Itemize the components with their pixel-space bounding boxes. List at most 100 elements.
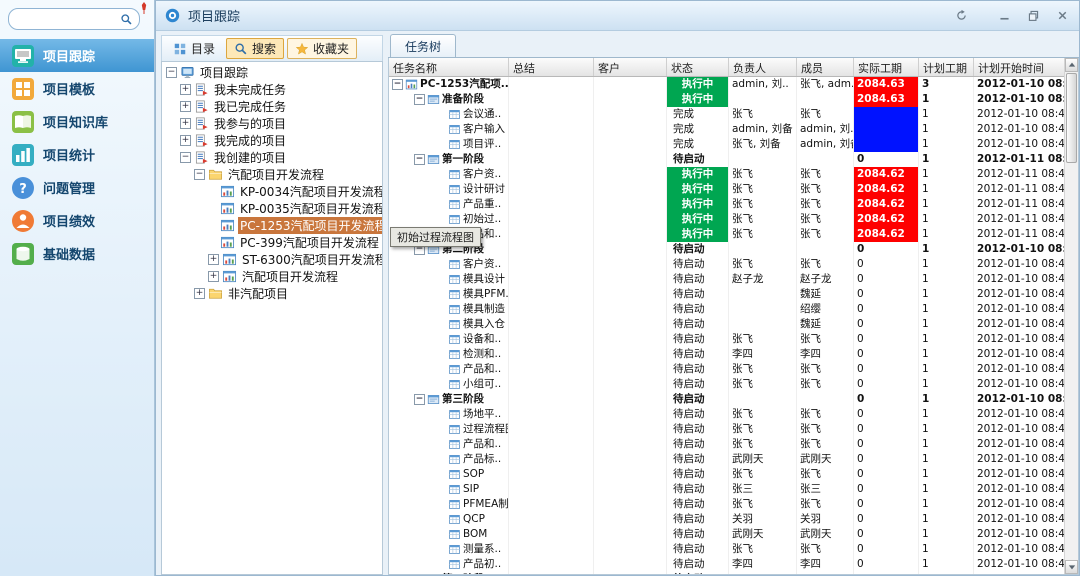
expand-icon[interactable]: + bbox=[208, 254, 219, 265]
task-row[interactable]: 测量系..待启动张飞张飞012012-01-10 08:45:3 bbox=[389, 542, 1064, 557]
sidebar-item-stats[interactable]: 项目统计 bbox=[0, 138, 154, 171]
scroll-down-button[interactable] bbox=[1065, 560, 1078, 574]
sidebar-search-input[interactable] bbox=[13, 10, 117, 28]
column-header[interactable]: 客户 bbox=[594, 58, 667, 76]
collapse-icon[interactable]: − bbox=[180, 152, 191, 163]
column-header[interactable]: 实际工期 bbox=[854, 58, 919, 76]
task-name-cell: 模具PFM.. bbox=[389, 287, 509, 302]
task-row[interactable]: −准备阶段执行中2084.6312012-01-10 08:.. bbox=[389, 92, 1064, 107]
column-header[interactable]: 计划开始时间 bbox=[974, 58, 1064, 76]
tree-item-selected[interactable]: PC-1253汽配项目开发流程 bbox=[162, 217, 382, 234]
collapse-icon[interactable]: − bbox=[194, 169, 205, 180]
expand-icon[interactable]: + bbox=[180, 135, 191, 146]
task-row[interactable]: 模具PFM..待启动魏延012012-01-10 08:45:3 bbox=[389, 287, 1064, 302]
task-row[interactable]: −第四阶段待启动012012-01-.. bbox=[389, 572, 1064, 574]
task-row[interactable]: QCP待启动关羽关羽012012-01-10 08:45:3 bbox=[389, 512, 1064, 527]
expand-icon[interactable]: + bbox=[180, 118, 191, 129]
task-row[interactable]: 设备和..待启动张飞张飞012012-01-10 08:45:3 bbox=[389, 332, 1064, 347]
search-icon bbox=[234, 42, 248, 56]
task-row[interactable]: 模具制造待启动绍缨012012-01-10 08:45:3 bbox=[389, 302, 1064, 317]
task-row[interactable]: −PC-1253汽配项..执行中admin, 刘..张飞, adm..2084.… bbox=[389, 77, 1064, 92]
task-row[interactable]: 产品和..待启动张飞张飞012012-01-10 08:45:3 bbox=[389, 437, 1064, 452]
collapse-icon[interactable]: − bbox=[414, 394, 425, 405]
tree-item[interactable]: +ST-6300汽配项目开发流程 bbox=[162, 251, 382, 268]
scroll-track[interactable] bbox=[1065, 164, 1078, 560]
task-row[interactable]: 产品标..待启动武刚天武刚天012012-01-10 08:45:3 bbox=[389, 452, 1064, 467]
close-button[interactable] bbox=[1053, 8, 1071, 24]
column-header[interactable]: 任务名称 bbox=[389, 58, 509, 76]
task-row[interactable]: −第三阶段待启动012012-01-10 08:.. bbox=[389, 392, 1064, 407]
minimize-button[interactable] bbox=[995, 8, 1013, 24]
collapse-icon[interactable]: − bbox=[414, 154, 425, 165]
task-row[interactable]: 模具设计待启动赵子龙赵子龙012012-01-10 08:45:3 bbox=[389, 272, 1064, 287]
task-row[interactable]: 产品和..待启动张飞张飞012012-01-10 08:45:3 bbox=[389, 362, 1064, 377]
planned-duration-cell: 1 bbox=[919, 572, 974, 574]
tree-item[interactable]: +我完成的项目 bbox=[162, 132, 382, 149]
column-header[interactable]: 负责人 bbox=[729, 58, 797, 76]
collapse-icon[interactable]: − bbox=[166, 67, 177, 78]
task-row[interactable]: 模具入仓待启动魏延012012-01-10 08:45:3 bbox=[389, 317, 1064, 332]
task-row[interactable]: 客户资..待启动张飞张飞012012-01-10 08:45:3 bbox=[389, 257, 1064, 272]
task-row[interactable]: 产品重..执行中张飞张飞2084.6212012-01-11 08:45:3 bbox=[389, 197, 1064, 212]
column-header[interactable]: 计划工期 bbox=[919, 58, 974, 76]
explorer-tree: −项目跟踪+我未完成任务+我已完成任务+我参与的项目+我完成的项目−我创建的项目… bbox=[161, 61, 383, 575]
favorites-tab-button[interactable]: 收藏夹 bbox=[287, 38, 357, 59]
expand-icon[interactable]: + bbox=[180, 84, 191, 95]
task-row[interactable]: 小组可..待启动张飞张飞012012-01-10 08:45:3 bbox=[389, 377, 1064, 392]
column-header[interactable]: 成员 bbox=[797, 58, 854, 76]
sidebar-item-templates[interactable]: 项目模板 bbox=[0, 72, 154, 105]
tree-item[interactable]: KP-0034汽配项目开发流程 bbox=[162, 183, 382, 200]
task-row[interactable]: 项目评..完成张飞, 刘备admin, 刘备12012-01-10 08:45:… bbox=[389, 137, 1064, 152]
task-row[interactable]: BOM待启动武刚天武刚天012012-01-10 08:45:3 bbox=[389, 527, 1064, 542]
tree-item[interactable]: −我创建的项目 bbox=[162, 149, 382, 166]
sidebar-item-issues[interactable]: ?问题管理 bbox=[0, 171, 154, 204]
task-row[interactable]: −第二阶段待启动012012-01-10 08:.. bbox=[389, 242, 1064, 257]
task-row[interactable]: −第一阶段待启动012012-01-11 08:.. bbox=[389, 152, 1064, 167]
task-tree-tab[interactable]: 任务树 bbox=[390, 34, 456, 57]
task-row[interactable]: 场地平..待启动张飞张飞012012-01-10 08:45:3 bbox=[389, 407, 1064, 422]
expand-icon[interactable]: + bbox=[194, 288, 205, 299]
tree-item[interactable]: +我已完成任务 bbox=[162, 98, 382, 115]
scroll-thumb[interactable] bbox=[1066, 73, 1077, 163]
tree-item[interactable]: +我参与的项目 bbox=[162, 115, 382, 132]
collapse-icon[interactable]: − bbox=[414, 94, 425, 105]
tree-item[interactable]: −项目跟踪 bbox=[162, 64, 382, 81]
task-row[interactable]: 客户输入完成admin, 刘备admin, 刘..12012-01-10 08:… bbox=[389, 122, 1064, 137]
task-row[interactable]: 客户资..执行中张飞张飞2084.6212012-01-11 08:45:3 bbox=[389, 167, 1064, 182]
summary-cell bbox=[509, 422, 594, 437]
sidebar-item-knowledge[interactable]: 项目知识库 bbox=[0, 105, 154, 138]
column-header[interactable]: 总结 bbox=[509, 58, 594, 76]
task-row[interactable]: PFMEA制作待启动张飞张飞012012-01-10 08:45:3 bbox=[389, 497, 1064, 512]
task-row[interactable]: SIP待启动张三张三012012-01-10 08:45:3 bbox=[389, 482, 1064, 497]
task-row[interactable]: 检测和..待启动李四李四012012-01-10 08:45:3 bbox=[389, 347, 1064, 362]
tree-item[interactable]: +非汽配项目 bbox=[162, 285, 382, 302]
tree-item[interactable]: +汽配项目开发流程 bbox=[162, 268, 382, 285]
tree-item[interactable]: +我未完成任务 bbox=[162, 81, 382, 98]
refresh-icon[interactable] bbox=[952, 8, 970, 24]
column-header[interactable]: 状态 bbox=[667, 58, 729, 76]
scroll-up-button[interactable] bbox=[1065, 58, 1078, 72]
sidebar-search-button[interactable] bbox=[117, 11, 135, 27]
expand-icon[interactable]: + bbox=[208, 271, 219, 282]
task-row[interactable]: 产品和..执行中张飞张飞2084.6212012-01-11 08:45:3 bbox=[389, 227, 1064, 242]
directory-tab-button[interactable]: 目录 bbox=[165, 38, 223, 59]
maximize-button[interactable] bbox=[1024, 8, 1042, 24]
task-row[interactable]: SOP待启动张飞张飞012012-01-10 08:45:3 bbox=[389, 467, 1064, 482]
vertical-scrollbar[interactable] bbox=[1064, 58, 1078, 574]
pin-icon[interactable] bbox=[137, 1, 151, 15]
task-row[interactable]: 产品初..待启动李四李四012012-01-10 08:45:3 bbox=[389, 557, 1064, 572]
sidebar-item-tracking[interactable]: 项目跟踪 bbox=[0, 39, 154, 72]
planned-start-cell: 2012-01-10 08:45:3 bbox=[974, 287, 1064, 302]
tree-item[interactable]: PC-399汽配项目开发流程 bbox=[162, 234, 382, 251]
tree-item[interactable]: −汽配项目开发流程 bbox=[162, 166, 382, 183]
sidebar-item-performance[interactable]: 项目绩效 bbox=[0, 204, 154, 237]
search-tab-button[interactable]: 搜索 bbox=[226, 38, 284, 59]
task-row[interactable]: 设计研讨执行中张飞张飞2084.6212012-01-11 08:45:3 bbox=[389, 182, 1064, 197]
sidebar-item-basedata[interactable]: 基础数据 bbox=[0, 237, 154, 270]
collapse-icon[interactable]: − bbox=[392, 79, 403, 90]
task-row[interactable]: 过程流程图待启动张飞张飞012012-01-10 08:45:3 bbox=[389, 422, 1064, 437]
task-row[interactable]: 初始过..执行中张飞张飞2084.6212012-01-11 08:45:3 bbox=[389, 212, 1064, 227]
expand-icon[interactable]: + bbox=[180, 101, 191, 112]
task-row[interactable]: 会议通..完成张飞张飞12012-01-10 08:45:3 bbox=[389, 107, 1064, 122]
tree-item[interactable]: KP-0035汽配项目开发流程 bbox=[162, 200, 382, 217]
